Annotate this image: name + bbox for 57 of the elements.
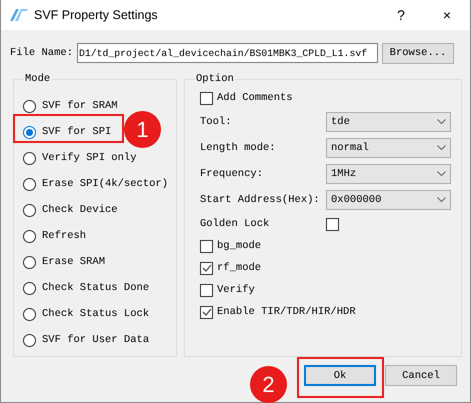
- dropdown[interactable]: 1MHz: [326, 164, 451, 184]
- radio-label[interactable]: Check Status Done: [42, 282, 150, 294]
- cancel-button[interactable]: Cancel: [385, 365, 457, 386]
- field-label: Length mode:: [200, 142, 277, 154]
- radio-button[interactable]: [23, 204, 36, 216]
- checkbox[interactable]: [200, 92, 213, 104]
- step-badge: 2: [250, 366, 287, 403]
- checkbox-label[interactable]: Add Comments: [217, 92, 293, 104]
- radio-label[interactable]: SVF for SRAM: [42, 100, 118, 112]
- window-title: SVF Property Settings: [34, 8, 159, 22]
- checkbox-label[interactable]: bg_mode: [217, 240, 262, 252]
- radio-button[interactable]: [23, 100, 36, 112]
- radio-label[interactable]: Check Device: [42, 204, 118, 216]
- radio-label[interactable]: SVF for User Data: [42, 334, 150, 346]
- group-title: Mode: [24, 73, 52, 85]
- checkbox[interactable]: [200, 284, 213, 296]
- radio-button[interactable]: [23, 126, 36, 138]
- checkbox-label: Golden Lock: [200, 218, 270, 230]
- checkbox[interactable]: [200, 240, 213, 252]
- radio-button[interactable]: [23, 256, 36, 268]
- browse-button[interactable]: Browse...: [382, 42, 454, 64]
- radio-label[interactable]: Erase SPI(4k/sector): [42, 178, 168, 190]
- radio-label[interactable]: SVF for SPI: [42, 126, 112, 138]
- app-logo-icon: [10, 9, 28, 21]
- dropdown[interactable]: 0x000000: [326, 190, 451, 210]
- field-label: Start Address(Hex):: [200, 194, 321, 206]
- chevron-down-icon: [437, 197, 446, 203]
- radio-label[interactable]: Verify SPI only: [42, 152, 137, 164]
- chevron-down-icon: [437, 119, 446, 125]
- checkbox[interactable]: [326, 218, 339, 230]
- chevron-down-icon: [437, 171, 446, 177]
- file-name-field[interactable]: D1/td_project/al_devicechain/BS01MBK3_CPLD_L1.svf: [77, 43, 378, 63]
- ok-button[interactable]: Ok: [304, 365, 376, 386]
- dropdown[interactable]: tde: [326, 112, 451, 132]
- radio-button[interactable]: [23, 152, 36, 164]
- checkbox-label[interactable]: Enable TIR/TDR/HIR/HDR: [217, 306, 356, 318]
- chevron-down-icon: [437, 145, 446, 151]
- group-title: Option: [195, 73, 235, 85]
- close-button[interactable]: ×: [424, 0, 470, 30]
- help-button[interactable]: ?: [378, 0, 424, 30]
- field-label: File Name:: [10, 47, 74, 59]
- checkbox[interactable]: [200, 262, 213, 274]
- radio-button[interactable]: [23, 282, 36, 294]
- field-label: Frequency:: [200, 168, 264, 180]
- radio-button[interactable]: [23, 178, 36, 190]
- checkbox-label[interactable]: Verify: [217, 284, 255, 296]
- checkbox[interactable]: [200, 306, 213, 318]
- field-label: Tool:: [200, 116, 233, 128]
- checkbox-label[interactable]: rf_mode: [217, 262, 262, 274]
- radio-label[interactable]: Erase SRAM: [42, 256, 106, 268]
- radio-button[interactable]: [23, 230, 36, 242]
- radio-label[interactable]: Check Status Lock: [42, 308, 150, 320]
- radio-button[interactable]: [23, 334, 36, 346]
- radio-label[interactable]: Refresh: [42, 230, 86, 242]
- step-badge: 1: [124, 111, 161, 148]
- radio-button[interactable]: [23, 308, 36, 320]
- dropdown[interactable]: normal: [326, 138, 451, 158]
